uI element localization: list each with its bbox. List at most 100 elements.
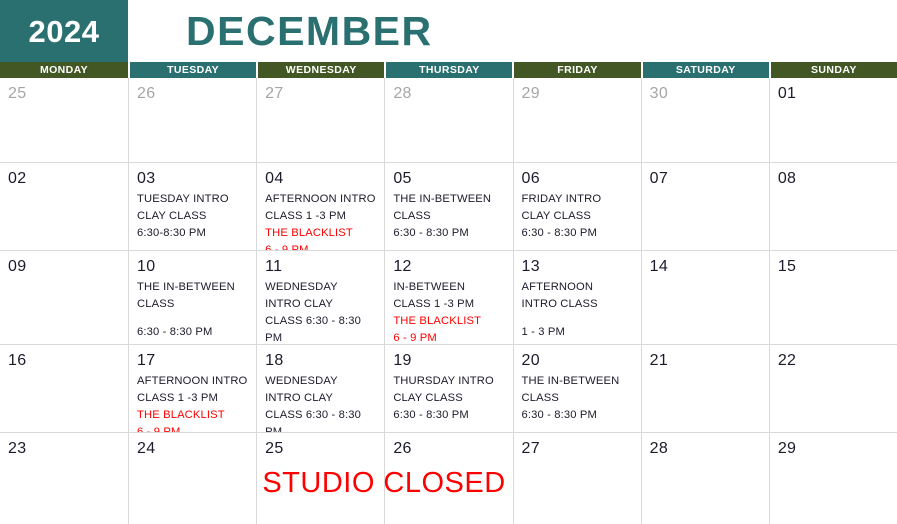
day-of-week-header: MONDAY TUESDAY WEDNESDAY THURSDAY FRIDAY SATU… [0, 62, 897, 78]
event-entry[interactable]: AFTERNOON INTRO CLASS 1 -3 PM [265, 191, 376, 225]
day-number: 26 [393, 440, 412, 457]
calendar-page: 2024 DECEMBER MONDAY TUESDAY WEDNESDAY THUR… [0, 0, 897, 524]
calendar-day-cell[interactable]: 25 [256, 433, 384, 524]
day-events: WEDNESDAY INTRO CLAY CLASS 6:30 - 8:30 P… [265, 373, 376, 432]
event-entry[interactable]: IN-BETWEEN CLASS 1 -3 PM [393, 279, 504, 313]
day-number: 29 [777, 440, 797, 457]
calendar-day-cell[interactable]: 12 IN-BETWEEN CLASS 1 -3 PM THE BLACKLIST … [384, 251, 512, 344]
calendar-week-row: 23 24 25 26 27 28 29 [0, 432, 897, 524]
calendar-week-row: 09 10 THE IN-BETWEEN CLASS 6:30 - 8:30 PM 11… [0, 250, 897, 344]
calendar-week-row: 02 03 TUESDAY INTRO CLAY CLASS 6:30-8:30 P… [0, 162, 897, 250]
page-title: DECEMBER [186, 7, 433, 54]
day-events: THE IN-BETWEEN CLASS 6:30 - 8:30 PM [522, 373, 633, 424]
day-events: AFTERNOON INTRO CLASS 1 -3 PM THE BLACKLI… [265, 191, 376, 250]
calendar-day-cell[interactable]: 18 WEDNESDAY INTRO CLAY CLASS 6:30 - 8:30… [256, 345, 384, 432]
day-number: 04 [265, 170, 284, 187]
day-number: 08 [777, 170, 797, 187]
event-entry[interactable]: 6:30 - 8:30 PM [137, 324, 248, 341]
calendar-day-cell[interactable]: 25 [0, 78, 128, 162]
calendar-day-cell[interactable]: 06 FRIDAY INTRO CLAY CLASS 6:30 - 8:30 PM [512, 163, 641, 250]
day-header-wednesday: WEDNESDAY [258, 62, 385, 78]
calendar-day-cell[interactable]: 26 [128, 78, 256, 162]
event-highlight[interactable]: THE BLACKLIST 6 - 9 PM [393, 313, 504, 344]
event-entry[interactable]: TUESDAY INTRO CLAY CLASS 6:30-8:30 PM [137, 191, 248, 242]
event-entry[interactable]: WEDNESDAY INTRO CLAY CLASS 6:30 - 8:30 P… [265, 279, 376, 344]
calendar-day-cell[interactable]: 19 THURSDAY INTRO CLAY CLASS 6:30 - 8:30 … [384, 345, 512, 432]
event-entry[interactable]: FRIDAY INTRO CLAY CLASS 6:30 - 8:30 PM [522, 191, 633, 242]
calendar-day-cell[interactable]: 23 [0, 433, 128, 524]
day-number: 18 [265, 352, 284, 369]
calendar-day-cell[interactable]: 16 [0, 345, 128, 432]
day-events: IN-BETWEEN CLASS 1 -3 PM THE BLACKLIST 6 … [393, 279, 504, 344]
calendar-title-bar: 2024 DECEMBER [0, 0, 897, 62]
calendar-day-cell[interactable]: 26 [384, 433, 512, 524]
calendar-day-cell[interactable]: 10 THE IN-BETWEEN CLASS 6:30 - 8:30 PM [128, 251, 256, 344]
calendar-day-cell[interactable]: 11 WEDNESDAY INTRO CLAY CLASS 6:30 - 8:30… [256, 251, 384, 344]
calendar-day-cell[interactable]: 29 [512, 78, 641, 162]
calendar-day-cell[interactable]: 15 [768, 251, 897, 344]
day-number: 11 [265, 258, 283, 275]
month-title-wrap: DECEMBER [128, 0, 897, 62]
calendar-day-cell[interactable]: 08 [768, 163, 897, 250]
day-number: 27 [265, 85, 284, 102]
day-number: 06 [521, 170, 540, 187]
day-number: 03 [137, 170, 156, 187]
day-events: TUESDAY INTRO CLAY CLASS 6:30-8:30 PM [137, 191, 248, 242]
day-number: 15 [777, 258, 797, 275]
day-number: 01 [777, 85, 797, 102]
event-entry[interactable]: THURSDAY INTRO CLAY CLASS 6:30 - 8:30 PM [393, 373, 504, 424]
event-entry[interactable]: 1 - 3 PM [522, 324, 633, 341]
calendar-day-cell[interactable]: 24 [128, 433, 256, 524]
day-events: THE IN-BETWEEN CLASS 6:30 - 8:30 PM [393, 191, 504, 242]
event-entry[interactable]: THE IN-BETWEEN CLASS 6:30 - 8:30 PM [522, 373, 633, 424]
day-number: 07 [649, 170, 669, 187]
event-entry[interactable]: WEDNESDAY INTRO CLAY CLASS 6:30 - 8:30 P… [265, 373, 376, 432]
calendar-day-cell[interactable]: 28 [640, 433, 769, 524]
day-number: 09 [8, 258, 27, 275]
calendar-day-cell[interactable]: 04 AFTERNOON INTRO CLASS 1 -3 PM THE BLACK… [256, 163, 384, 250]
day-number: 16 [8, 352, 27, 369]
day-number: 28 [649, 440, 669, 457]
event-entry[interactable]: AFTERNOON INTRO CLASS 1 -3 PM [137, 373, 248, 407]
event-entry[interactable]: THE IN-BETWEEN CLASS 6:30 - 8:30 PM [393, 191, 504, 242]
event-entry[interactable]: AFTERNOON INTRO CLASS [522, 279, 633, 313]
calendar-day-cell[interactable]: 02 [0, 163, 128, 250]
day-events: AFTERNOON INTRO CLASS 1 - 3 PM [522, 279, 633, 341]
calendar-day-cell[interactable]: 09 [0, 251, 128, 344]
day-events: AFTERNOON INTRO CLASS 1 -3 PM THE BLACKLI… [137, 373, 248, 432]
calendar-day-cell[interactable]: 28 [384, 78, 512, 162]
event-entry[interactable]: THE IN-BETWEEN CLASS [137, 279, 248, 313]
day-number: 05 [393, 170, 412, 187]
calendar-day-cell[interactable]: 30 [640, 78, 769, 162]
calendar-day-cell[interactable]: 07 [640, 163, 769, 250]
calendar-day-cell[interactable]: 27 [256, 78, 384, 162]
day-number: 28 [393, 85, 412, 102]
day-events: FRIDAY INTRO CLAY CLASS 6:30 - 8:30 PM [522, 191, 633, 242]
day-number: 21 [649, 352, 669, 369]
calendar-day-cell[interactable]: 17 AFTERNOON INTRO CLASS 1 -3 PM THE BLACK… [128, 345, 256, 432]
calendar-day-cell[interactable]: 14 [640, 251, 769, 344]
event-highlight[interactable]: THE BLACKLIST 6 - 9 PM [137, 407, 248, 432]
calendar-day-cell[interactable]: 27 [512, 433, 641, 524]
calendar-day-cell[interactable]: 13 AFTERNOON INTRO CLASS 1 - 3 PM [512, 251, 641, 344]
day-number: 14 [649, 258, 669, 275]
day-number: 29 [521, 85, 540, 102]
event-highlight[interactable]: THE BLACKLIST 6 - 9 PM [265, 225, 376, 250]
calendar-day-cell[interactable]: 21 [640, 345, 769, 432]
calendar-day-cell[interactable]: 20 THE IN-BETWEEN CLASS 6:30 - 8:30 PM [512, 345, 641, 432]
calendar-day-cell[interactable]: 01 [768, 78, 897, 162]
calendar-day-cell[interactable]: 03 TUESDAY INTRO CLAY CLASS 6:30-8:30 PM [128, 163, 256, 250]
calendar-day-cell[interactable]: 29 [768, 433, 897, 524]
day-header-tuesday: TUESDAY [130, 62, 257, 78]
day-number: 22 [777, 352, 797, 369]
day-number: 25 [8, 85, 27, 102]
calendar-grid: 25 26 27 28 29 30 01 02 03 TUESDAY INTRO CLAY CLA… [0, 78, 897, 524]
day-number: 20 [521, 352, 540, 369]
day-number: 24 [137, 440, 156, 457]
year-badge: 2024 [0, 0, 128, 62]
calendar-day-cell[interactable]: 05 THE IN-BETWEEN CLASS 6:30 - 8:30 PM [384, 163, 512, 250]
year-label: 2024 [28, 13, 100, 49]
day-number: 02 [8, 170, 27, 187]
day-header-monday: MONDAY [0, 62, 128, 78]
calendar-day-cell[interactable]: 22 [768, 345, 897, 432]
